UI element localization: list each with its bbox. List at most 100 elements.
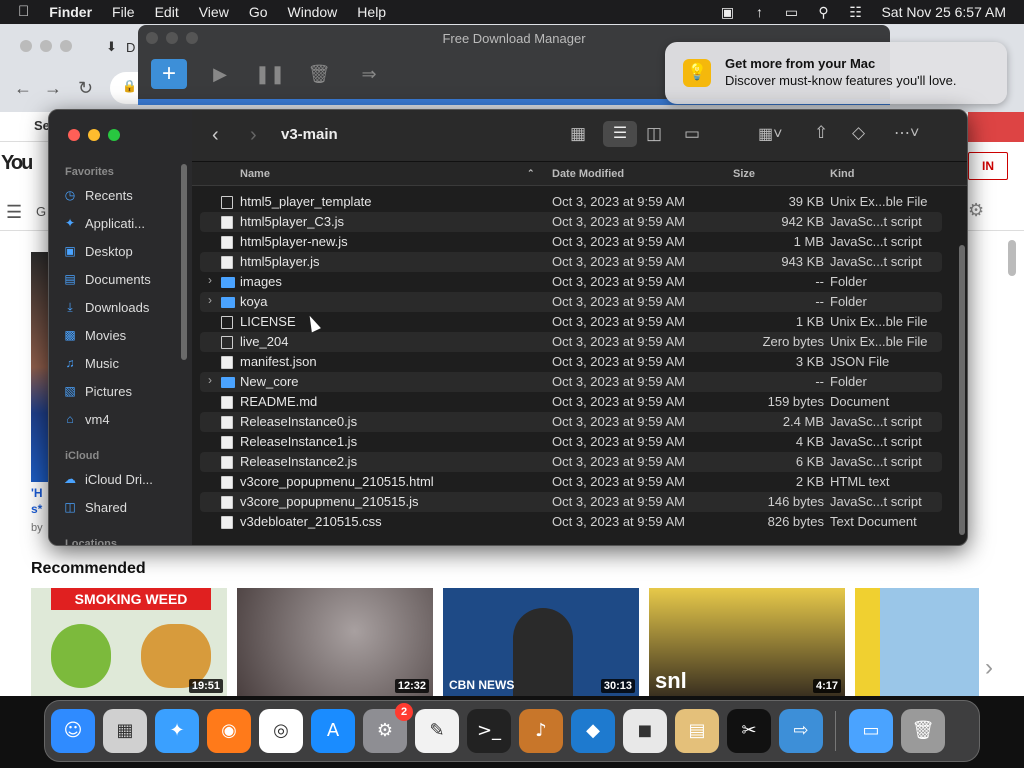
video-thumbnail[interactable]: 12:32 — [237, 588, 433, 696]
zoom-button[interactable] — [108, 129, 120, 141]
resume-icon[interactable]: ▶ — [202, 59, 238, 89]
wifi-icon[interactable]: ↑ — [743, 4, 775, 20]
sidebar-item-documents[interactable]: ▤ Documents — [61, 266, 181, 292]
sort-chevron-icon[interactable]: ⌃ — [527, 168, 535, 179]
file-row[interactable]: ReleaseInstance0.js Oct 3, 2023 at 9:59 A… — [200, 412, 942, 432]
notification-banner[interactable]: 💡 Get more from your Mac Discover must-k… — [665, 42, 1007, 104]
youtube-logo[interactable]: You — [0, 150, 48, 180]
column-header-name[interactable]: Name — [240, 168, 270, 180]
archive-utility-icon[interactable]: ▤ — [675, 709, 719, 753]
video-thumbnail[interactable] — [855, 588, 979, 696]
close-button[interactable] — [68, 129, 80, 141]
chrome-icon[interactable]: ◎ — [259, 709, 303, 753]
roblox-icon[interactable]: ◼ — [623, 709, 667, 753]
textedit-icon[interactable]: ✎ — [415, 709, 459, 753]
disclosure-chevron-icon[interactable]: › — [208, 273, 212, 287]
spotlight-search-icon[interactable]: ⚲ — [807, 4, 839, 21]
pause-icon[interactable]: ❚❚ — [252, 59, 288, 89]
sidebar-item-icloud-drive[interactable]: ☁ iCloud Dri... — [61, 466, 181, 492]
chrome-close-button[interactable] — [20, 40, 32, 52]
menu-edit[interactable]: Edit — [145, 0, 189, 24]
apple-menu-icon[interactable]:  — [0, 0, 39, 24]
sidebar-item-recents[interactable]: ◷ Recents — [61, 182, 181, 208]
fdm-status-icon[interactable]: ▣ — [711, 4, 743, 21]
chrome-zoom-button[interactable] — [60, 40, 72, 52]
file-row[interactable]: ReleaseInstance2.js Oct 3, 2023 at 9:59 A… — [200, 452, 942, 472]
garageband-icon[interactable]: ♪ — [519, 709, 563, 753]
file-row[interactable]: manifest.json Oct 3, 2023 at 9:59 AM 3 KB J… — [200, 352, 942, 372]
icon-view-icon[interactable]: ▦ — [570, 124, 586, 144]
chrome-minimize-button[interactable] — [40, 40, 52, 52]
app-store-icon[interactable]: A — [311, 709, 355, 753]
downloads-folder-icon[interactable]: ▭ — [849, 709, 893, 753]
delete-icon[interactable]: 🗑 — [301, 59, 337, 89]
sidebar-scrollbar[interactable] — [181, 164, 187, 360]
group-by-icon[interactable]: ▦˅ — [758, 124, 782, 144]
sidebar-item-movies[interactable]: ▩ Movies — [61, 322, 181, 348]
sidebar-item-music[interactable]: ♫ Music — [61, 350, 181, 376]
file-row[interactable]: html5player-new.js Oct 3, 2023 at 9:59 AM… — [200, 232, 942, 252]
video-thumbnail[interactable]: snl 4:17 — [649, 588, 845, 696]
download-tab-icon[interactable]: ⬇ — [106, 39, 117, 55]
column-view-icon[interactable]: ◫ — [646, 124, 662, 144]
menu-finder[interactable]: Finder — [39, 0, 102, 24]
finder-icon[interactable]: ☺ — [51, 709, 95, 753]
file-row[interactable]: ReleaseInstance1.js Oct 3, 2023 at 9:59 A… — [200, 432, 942, 452]
reload-icon[interactable]: ↻ — [78, 78, 93, 99]
sidebar-item-desktop[interactable]: ▣ Desktop — [61, 238, 181, 264]
share-icon[interactable]: ⇧ — [814, 123, 828, 143]
menu-go[interactable]: Go — [239, 0, 278, 24]
screen-mirroring-icon[interactable]: ▭ — [775, 4, 807, 21]
file-row[interactable]: live_204 Oct 3, 2023 at 9:59 AM Zero bytes… — [200, 332, 942, 352]
disclosure-chevron-icon[interactable]: › — [208, 293, 212, 307]
add-download-button[interactable]: + — [151, 59, 187, 89]
back-chevron-icon[interactable]: ‹ — [212, 124, 219, 147]
file-row[interactable]: v3debloater_210515.css Oct 3, 2023 at 9:5… — [200, 512, 942, 532]
sign-in-button[interactable]: IN — [968, 152, 1008, 180]
video-thumbnail[interactable]: CBN NEWS 30:13 — [443, 588, 639, 696]
sidebar-item-applications[interactable]: ✦ Applicati... — [61, 210, 181, 236]
page-scrollbar[interactable] — [1008, 240, 1016, 276]
menu-file[interactable]: File — [102, 0, 145, 24]
folder-row[interactable]: › New_core Oct 3, 2023 at 9:59 AM -- Folder — [200, 372, 942, 392]
file-row[interactable]: html5player.js Oct 3, 2023 at 9:59 AM 943 … — [200, 252, 942, 272]
file-row[interactable]: html5player_C3.js Oct 3, 2023 at 9:59 AM 9… — [200, 212, 942, 232]
file-row[interactable]: v3core_popupmenu_210515.js Oct 3, 2023 at… — [200, 492, 942, 512]
file-row[interactable]: html5_player_template Oct 3, 2023 at 9:59… — [200, 192, 942, 212]
folder-row[interactable]: › koya Oct 3, 2023 at 9:59 AM -- Folder — [200, 292, 942, 312]
firefox-icon[interactable]: ◉ — [207, 709, 251, 753]
capcut-icon[interactable]: ✂ — [727, 709, 771, 753]
video-title-partial[interactable]: 'H — [31, 486, 43, 500]
control-center-icon[interactable]: ☷ — [839, 4, 871, 21]
launchpad-icon[interactable]: ▦ — [103, 709, 147, 753]
trash-icon[interactable]: 🗑 — [901, 709, 945, 753]
forward-chevron-icon[interactable]: › — [250, 124, 257, 147]
settings-gear-icon[interactable]: ⚙ — [968, 200, 984, 221]
menu-help[interactable]: Help — [347, 0, 396, 24]
sidebar-item-downloads[interactable]: ⤓ Downloads — [61, 294, 181, 320]
free-download-manager-icon[interactable]: ⇨ — [779, 709, 823, 753]
menubar-clock[interactable]: Sat Nov 25 6:57 AM — [871, 0, 1024, 24]
sidebar-item-pictures[interactable]: ▧ Pictures — [61, 378, 181, 404]
forward-icon[interactable]: → — [44, 78, 62, 99]
menu-view[interactable]: View — [189, 0, 239, 24]
video-preview-partial[interactable] — [31, 252, 48, 482]
list-view-icon[interactable]: ☰ — [603, 121, 637, 147]
sidebar-item-shared[interactable]: ◫ Shared — [61, 494, 181, 520]
file-list-scrollbar[interactable] — [959, 245, 965, 535]
disclosure-chevron-icon[interactable]: › — [208, 373, 212, 387]
terminal-icon[interactable]: >_ — [467, 709, 511, 753]
safari-icon[interactable]: ✦ — [155, 709, 199, 753]
tag-icon[interactable]: ◇ — [852, 123, 865, 143]
move-to-folder-icon[interactable]: ⇒ — [351, 59, 387, 89]
carousel-next-icon[interactable]: › — [985, 654, 993, 682]
column-header-kind[interactable]: Kind — [830, 168, 854, 180]
back-icon[interactable]: ← — [14, 78, 32, 99]
folder-row[interactable]: › images Oct 3, 2023 at 9:59 AM -- Folder — [200, 272, 942, 292]
sidebar-item-vm4[interactable]: ⌂ vm4 — [61, 406, 181, 432]
minimize-button[interactable] — [88, 129, 100, 141]
tab-title[interactable]: D — [126, 40, 135, 55]
file-row[interactable]: README.md Oct 3, 2023 at 9:59 AM 159 bytes… — [200, 392, 942, 412]
video-thumbnail[interactable]: SMOKING WEED 19:51 — [31, 588, 227, 696]
gallery-view-icon[interactable]: ▭ — [684, 124, 700, 144]
